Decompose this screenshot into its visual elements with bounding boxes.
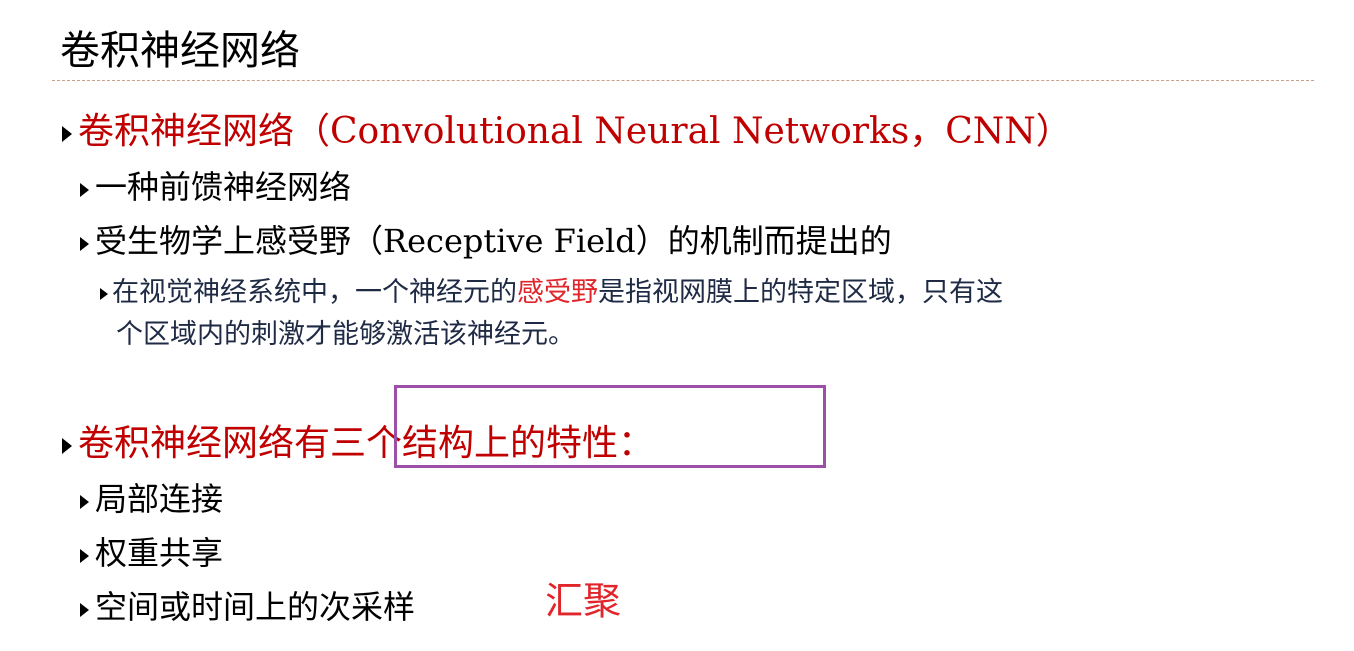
bullet-text: 权重共享 [95,534,224,572]
bullet-triangle-icon [62,126,72,142]
bullet-triangle-icon [80,494,89,509]
bullet-subsampling: 空间或时间上的次采样 [80,582,415,628]
bullet-cnn: 卷积神经网络（Convolutional Neural Networks，CNN… [62,102,1072,154]
bullet-text: 一种前馈神经网络 [95,168,352,206]
bullet-local-connection: 局部连接 [80,474,223,520]
bullet-triangle-icon [80,236,89,251]
bullet-triangle-icon [80,548,89,563]
bullet-feedforward: 一种前馈神经网络 [80,162,351,208]
bullet-triangle-icon [80,602,89,617]
bullet-triangle-icon [100,287,108,300]
bullet-visual-system-line2: 个区域内的刺激才能够激活该神经元。 [116,319,575,350]
bullet-text: 空间或时间上的次采样 [95,588,416,626]
bullet-text: 局部连接 [95,480,224,518]
title-divider [52,80,1314,81]
bullet-triangle-icon [62,438,72,454]
highlight-receptive-field: 感受野 [517,277,598,308]
slide-title: 卷积神经网络 [60,28,300,74]
bullet-receptive-field: 受生物学上感受野（Receptive Field）的机制而提出的 [80,216,892,262]
bullet-text: 受生物学上感受野（Receptive Field）的机制而提出的 [95,222,892,260]
bullet-text: 卷积神经网络（Convolutional Neural Networks，CNN… [78,111,1072,152]
bullet-text: 在视觉神经系统中，一个神经元的 [112,277,517,308]
bullet-visual-system: 在视觉神经系统中，一个神经元的感受野是指视网膜上的特定区域，只有这 [100,270,1003,309]
bullet-weight-sharing: 权重共享 [80,528,223,574]
annotation-pooling: 汇聚 [545,579,622,623]
bullet-text: 是指视网膜上的特定区域，只有这 [598,277,1003,308]
bullet-triangle-icon [80,182,89,197]
highlight-box [394,385,826,468]
